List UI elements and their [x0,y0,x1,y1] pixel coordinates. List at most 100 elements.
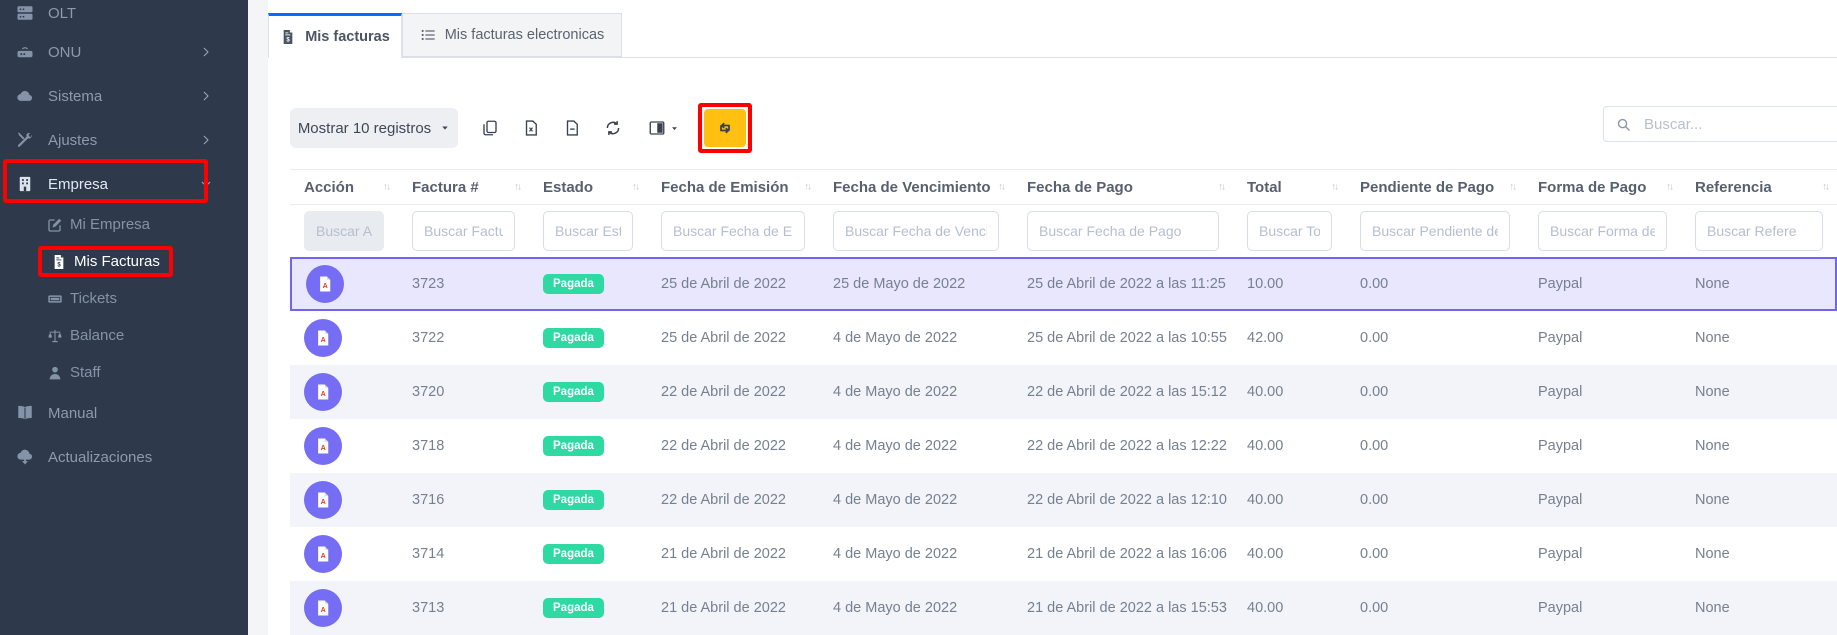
chevron-right-icon [200,134,212,146]
cell-referencia: None [1681,257,1837,311]
filter-input-factura-[interactable] [412,211,515,251]
invoice-pdf-button[interactable]: A [304,319,342,357]
cell-estado: Pagada [529,365,647,419]
repeat-button[interactable] [704,109,746,147]
table-header-row: Acción↑↓Factura #↑↓Estado↑↓Fecha de Emis… [290,169,1837,205]
filter-input-fecha-de-emision[interactable] [661,211,805,251]
refresh-icon [604,119,622,137]
status-badge: Pagada [543,274,604,294]
cell-total: 40.00 [1233,419,1346,473]
invoice-row-3718[interactable]: A3718Pagada22 de Abril de 20224 de Mayo … [290,419,1837,473]
column-header-factura-[interactable]: Factura #↑↓ [398,169,529,205]
filter-cell [647,205,819,257]
invoice-pdf-button[interactable]: A [304,535,342,573]
cell-pago: 21 de Abril de 2022 a las 16:06 [1013,527,1233,581]
tab-mis-facturas[interactable]: $ Mis facturas [268,13,402,58]
cell-referencia: None [1681,419,1837,473]
tab-mis-facturas-electronicas[interactable]: Mis facturas electronicas [402,13,622,57]
invoice-row-3722[interactable]: A3722Pagada25 de Abril de 20224 de Mayo … [290,311,1837,365]
filter-input-pendiente-de-pago[interactable] [1360,211,1510,251]
cell-pago: 21 de Abril de 2022 a las 15:53 [1013,581,1233,635]
cell-accion: A [290,311,398,365]
invoice-pdf-button[interactable]: A [304,589,342,627]
invoice-row-3723[interactable]: A3723Pagada25 de Abril de 202225 de Mayo… [290,257,1837,311]
sidebar-item-tickets[interactable]: Tickets [0,280,248,317]
invoice-pdf-button[interactable]: A [304,427,342,465]
sort-icon: ↑↓ [1218,182,1224,193]
pdf-file-icon: A [314,329,332,347]
column-header-estado[interactable]: Estado ↑↓ [529,169,647,205]
pdf-file-icon: A [314,437,332,455]
column-label: Forma de Pago [1538,179,1646,196]
cloud-download-icon [16,448,34,466]
file-export-button[interactable] [554,108,590,148]
cell-emision: 21 de Abril de 2022 [647,527,819,581]
column-header-total[interactable]: Total↑↓ [1233,169,1346,205]
sidebar-item-ajustes[interactable]: Ajustes [0,118,248,162]
invoice-pdf-button[interactable]: A [306,265,344,303]
cell-pendiente: 0.00 [1346,419,1524,473]
filter-input-total[interactable] [1247,211,1332,251]
status-badge: Pagada [543,544,604,564]
cell-forma: Paypal [1524,527,1681,581]
column-header-referencia[interactable]: Referencia↑↓ [1681,169,1837,205]
columns-visibility-button[interactable] [636,108,690,148]
tab-label: Mis facturas electronicas [445,27,605,43]
column-header-accion[interactable]: Acción↑↓ [290,169,398,205]
sidebar-subitem-content: Staff [47,364,101,381]
status-badge: Pagada [543,328,604,348]
filter-input-forma-de-pago[interactable] [1538,211,1667,251]
sidebar-item-staff[interactable]: Staff [0,354,248,391]
cell-emision: 22 de Abril de 2022 [647,419,819,473]
filter-input-estado[interactable] [543,211,633,251]
sidebar-item-onu[interactable]: ONU [0,30,248,74]
column-header-fecha-de-vencimiento[interactable]: Fecha de Vencimiento↑↓ [819,169,1013,205]
sidebar-item-olt[interactable]: OLT [0,0,248,30]
invoice-row-3713[interactable]: A3713Pagada21 de Abril de 20224 de Mayo … [290,581,1837,635]
copy-icon [481,119,499,137]
cell-factura: 3718 [398,419,529,473]
sidebar-item-mi-empresa[interactable]: Mi Empresa [0,206,248,243]
column-header-forma-de-pago[interactable]: Forma de Pago↑↓ [1524,169,1681,205]
sidebar-subitem-content: Mi Empresa [47,216,150,233]
pdf-file-icon: A [316,275,334,293]
column-header-fecha-de-emision[interactable]: Fecha de Emisión↑↓ [647,169,819,205]
cell-vencimiento: 4 de Mayo de 2022 [819,419,1013,473]
filter-input-referencia[interactable] [1695,211,1823,251]
cell-accion: A [290,473,398,527]
cell-accion: A [290,581,398,635]
invoice-pdf-button[interactable]: A [304,373,342,411]
column-label: Acción [304,179,354,196]
filter-cell [819,205,1013,257]
sidebar-item-manual[interactable]: Manual [0,391,248,435]
filter-input-fecha-de-pago[interactable] [1027,211,1219,251]
column-header-pendiente-de-pago[interactable]: Pendiente de Pago↑↓ [1346,169,1524,205]
cell-referencia: None [1681,311,1837,365]
invoice-pdf-button[interactable]: A [304,481,342,519]
sort-icon: ↑↓ [632,182,638,193]
column-header-fecha-de-pago[interactable]: Fecha de Pago↑↓ [1013,169,1233,205]
show-records-label: Mostrar 10 registros [298,120,431,137]
cell-forma: Paypal [1524,257,1681,311]
refresh-button[interactable] [595,108,631,148]
sidebar-item-balance[interactable]: Balance [0,317,248,354]
invoice-row-3716[interactable]: A3716Pagada22 de Abril de 20224 de Mayo … [290,473,1837,527]
invoice-row-3720[interactable]: A3720Pagada22 de Abril de 20224 de Mayo … [290,365,1837,419]
filter-input-fecha-de-vencimiento[interactable] [833,211,999,251]
cell-factura: 3716 [398,473,529,527]
excel-export-button[interactable] [513,108,549,148]
sidebar-item-mis-facturas[interactable]: $Mis Facturas [0,243,248,280]
filter-cell [1013,205,1233,257]
status-badge: Pagada [543,490,604,510]
column-label: Estado [543,179,593,196]
search-input[interactable] [1642,115,1837,134]
sidebar-item-sistema[interactable]: Sistema [0,74,248,118]
sidebar-item-actualizaciones[interactable]: Actualizaciones [0,435,248,479]
sidebar-item-label: Manual [48,405,97,422]
annotation-box-mis-facturas: $Mis Facturas [38,246,173,277]
filter-cell [1346,205,1524,257]
show-records-dropdown[interactable]: Mostrar 10 registros [290,108,458,148]
copy-button[interactable] [472,108,508,148]
sidebar-item-empresa[interactable]: Empresa [0,162,248,206]
invoice-row-3714[interactable]: A3714Pagada21 de Abril de 20224 de Mayo … [290,527,1837,581]
